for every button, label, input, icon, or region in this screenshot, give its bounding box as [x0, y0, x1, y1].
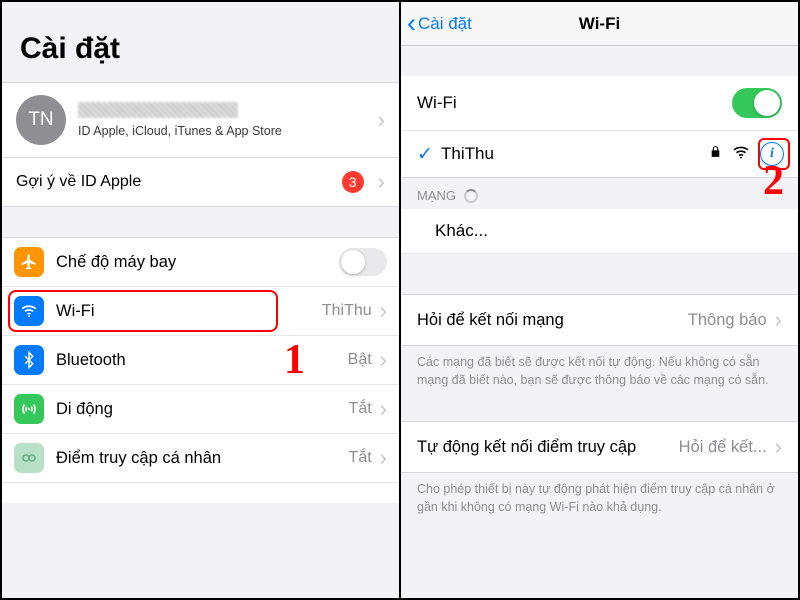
hotspot-row[interactable]: Điểm truy cập cá nhân Tắt ›: [2, 434, 399, 483]
row-label: Hỏi để kết nối mạng: [417, 311, 688, 330]
chevron-right-icon: ›: [372, 347, 387, 373]
loading-spinner-icon: [464, 189, 478, 203]
row-label: Tự động kết nối điểm truy cập: [417, 438, 679, 457]
row-value: Tắt: [349, 400, 372, 418]
network-info-button[interactable]: i: [760, 142, 784, 166]
row-value: ThiThu: [322, 302, 372, 320]
wifi-icon: [14, 296, 44, 326]
network-name: ThiThu: [441, 144, 709, 164]
ask-to-join-row[interactable]: Hỏi để kết nối mạng Thông báo ›: [401, 294, 798, 346]
wifi-row[interactable]: Wi-Fi ThiThu ›: [2, 287, 399, 336]
auto-join-description: Cho phép thiết bị này tự động phát hiện …: [401, 473, 798, 530]
row-value: Bật: [348, 351, 372, 369]
ask-to-join-description: Các mạng đã biết sẽ được kết nối tự động…: [401, 346, 798, 403]
chevron-right-icon: ›: [767, 434, 782, 460]
row-label: Khác...: [435, 221, 782, 241]
airplane-mode-row[interactable]: Chế độ máy bay: [2, 237, 399, 287]
row-label: Điểm truy cập cá nhân: [56, 449, 349, 468]
row-value: Tắt: [349, 449, 372, 467]
apple-id-suggestion-row[interactable]: Gợi ý về ID Apple 3 ›: [2, 158, 399, 207]
other-network-row[interactable]: Khác...: [401, 209, 798, 254]
lock-icon: [709, 144, 722, 164]
chevron-left-icon: ‹: [407, 10, 416, 37]
wifi-toggle[interactable]: [732, 88, 782, 118]
back-button[interactable]: ‹ Cài đặt: [401, 10, 472, 37]
apple-account-row[interactable]: TN ID Apple, iCloud, iTunes & App Store …: [2, 82, 399, 158]
wifi-master-toggle-row[interactable]: Wi-Fi: [401, 76, 798, 131]
back-label: Cài đặt: [418, 14, 472, 34]
checkmark-icon: ✓: [413, 143, 437, 166]
account-name-redacted: [78, 102, 238, 118]
chevron-right-icon: ›: [370, 107, 385, 133]
networks-section-header: MẠNG: [401, 178, 798, 209]
nav-bar: ‹ Cài đặt Wi-Fi: [401, 2, 798, 46]
chevron-right-icon: ›: [370, 169, 385, 195]
wifi-signal-icon: [732, 144, 750, 164]
chevron-right-icon: ›: [767, 307, 782, 333]
cellular-row[interactable]: Di động Tắt ›: [2, 385, 399, 434]
bluetooth-row[interactable]: Bluetooth Bật ›: [2, 336, 399, 385]
wifi-detail-screen: ‹ Cài đặt Wi-Fi Wi-Fi ✓ ThiThu i 2 MẠNG: [401, 2, 798, 598]
account-subtitle: ID Apple, iCloud, iTunes & App Store: [78, 124, 370, 138]
settings-root-screen: Cài đặt TN ID Apple, iCloud, iTunes & Ap…: [2, 2, 401, 598]
page-title: Cài đặt: [2, 2, 399, 82]
notification-badge: 3: [342, 171, 364, 193]
row-value: Hỏi để kết...: [679, 438, 767, 457]
partial-row: [2, 483, 399, 503]
row-label: Chế độ máy bay: [56, 253, 339, 272]
row-label: Wi-Fi: [56, 302, 322, 321]
row-label: Bluetooth: [56, 351, 348, 370]
cellular-icon: [14, 394, 44, 424]
bluetooth-icon: [14, 345, 44, 375]
row-value: Thông báo: [688, 311, 767, 330]
row-label: Wi-Fi: [417, 93, 732, 113]
chevron-right-icon: ›: [372, 298, 387, 324]
connected-network-row[interactable]: ✓ ThiThu i: [401, 131, 798, 178]
avatar: TN: [16, 95, 66, 145]
row-label: Gợi ý về ID Apple: [16, 173, 342, 191]
airplane-icon: [14, 247, 44, 277]
airplane-toggle[interactable]: [339, 248, 387, 276]
chevron-right-icon: ›: [372, 445, 387, 471]
row-label: Di động: [56, 400, 349, 419]
auto-join-hotspot-row[interactable]: Tự động kết nối điểm truy cập Hỏi để kết…: [401, 421, 798, 473]
hotspot-icon: [14, 443, 44, 473]
chevron-right-icon: ›: [372, 396, 387, 422]
section-title: MẠNG: [417, 188, 456, 203]
